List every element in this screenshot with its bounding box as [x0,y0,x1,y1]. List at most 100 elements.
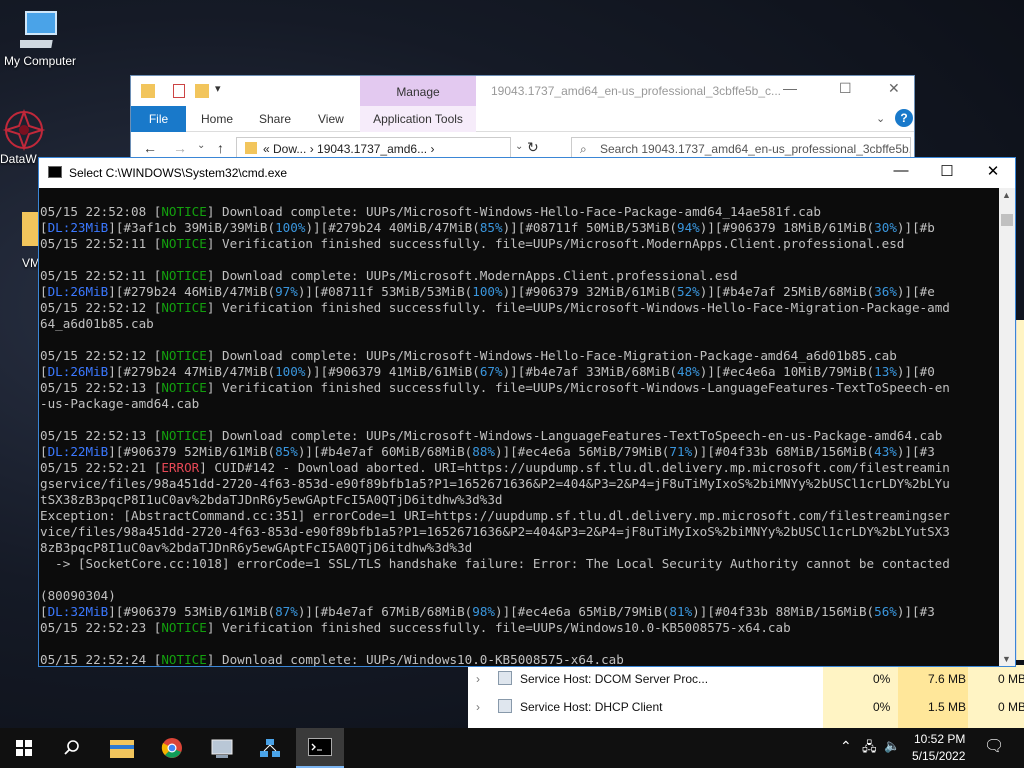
console-text: 13% [874,364,897,379]
console-scrollbar[interactable]: ▲ ▼ [999,188,1015,666]
console-text: #04f33b 68MiB/156MiB( [714,444,875,459]
network-icon[interactable]: 🖧 [862,738,877,768]
console-text: 05/15 22:52:12 [ [40,300,162,315]
console-text: )][#3 [896,444,935,459]
console-line: 05/15 22:52:13 [NOTICE] Verification fin… [40,380,1001,396]
tab-view[interactable]: View [318,106,344,132]
forward-arrow-icon[interactable]: → [173,140,187,156]
console-text: #906379 18MiB/61MiB( [722,220,875,235]
taskmgr-column-strip [1016,320,1024,660]
show-hidden-icons-icon[interactable]: ⌃ [840,738,852,768]
process-memory: 1.5 MB [928,700,967,714]
volume-icon[interactable]: 🔈 [884,738,900,768]
tab-application-tools[interactable]: Application Tools [360,106,476,132]
desktop-icon-my-computer[interactable]: My Computer [2,10,78,68]
console-text: ] Verification finished successfully. fi… [206,300,950,315]
taskbar-file-explorer[interactable] [98,728,146,768]
service-host-icon [498,699,512,713]
console-text: tSX38zB3pqcP8I1uC0av%2bdaTJDnR6y5ewGAptF… [40,492,503,507]
console-text: NOTICE [161,300,207,315]
console-text: 85% [275,444,298,459]
taskbar-network-app[interactable] [246,728,294,768]
help-icon[interactable]: ? [895,109,913,127]
console-output[interactable]: 05/15 22:52:08 [NOTICE] Download complet… [39,188,1001,666]
console-text: 05/15 22:52:21 [ [40,460,162,475]
console-text: 43% [874,444,897,459]
console-text: )][#b [896,220,935,235]
cmd-window[interactable]: Select C:\WINDOWS\System32\cmd.exe — ☐ ✕… [38,157,1016,667]
address-dropdown-icon[interactable]: ⌄ [515,141,523,152]
close-button[interactable]: ✕ [888,80,900,97]
task-manager-window: › Service Host: DCOM Server Proc... 0% 7… [468,665,1024,728]
console-text: NOTICE [161,428,207,443]
console-line: (80090304) [40,588,1001,604]
console-line: Exception: [AbstractCommand.cc:351] erro… [40,508,1001,524]
quick-access-dropdown-icon[interactable]: ▾ [215,82,221,95]
clock-date[interactable]: 5/15/2022 [912,749,965,768]
minimize-button[interactable]: — [878,162,924,179]
minimize-button[interactable]: — [783,80,797,96]
console-text: NOTICE [161,380,207,395]
properties-icon[interactable] [173,84,185,98]
console-line: 05/15 22:52:13 [NOTICE] Download complet… [40,428,1001,444]
console-text: )][#e [896,284,935,299]
process-cpu: 0% [873,672,891,686]
taskbar-app-manager[interactable] [198,728,246,768]
search-button[interactable] [48,728,96,768]
taskbar-chrome[interactable] [148,728,196,768]
tab-home[interactable]: Home [201,106,233,132]
maximize-button[interactable]: ☐ [924,162,970,180]
process-row[interactable]: › Service Host: DCOM Server Proc... 0% 7… [468,665,1024,693]
console-text: NOTICE [161,236,207,251]
service-host-icon [498,671,512,685]
console-line: 05/15 22:52:12 [NOTICE] Download complet… [40,348,1001,364]
notifications-icon[interactable]: 🗨 [984,736,1004,768]
cmd-icon [48,166,62,178]
console-line: 05/15 22:52:21 [ERROR] CUID#142 - Downlo… [40,460,1001,476]
scroll-down-icon[interactable]: ▼ [1002,654,1011,664]
file-explorer-icon [110,740,134,758]
tab-file[interactable]: File [131,106,186,132]
console-text: 98% [472,604,495,619]
console-text: 87% [275,604,298,619]
console-text: 05/15 22:52:23 [ [40,620,162,635]
new-folder-icon[interactable] [195,84,209,98]
console-text: )][#0 [896,364,935,379]
console-line: 05/15 22:52:11 [NOTICE] Download complet… [40,268,1001,284]
console-text: )][ [699,284,723,299]
tab-manage[interactable]: Manage [360,76,476,106]
ribbon-expand-icon[interactable]: ⌄ [876,112,885,125]
tab-share[interactable]: Share [259,106,291,132]
chrome-icon [161,738,182,758]
close-button[interactable]: ✕ [970,162,1016,180]
maximize-button[interactable]: ☐ [839,80,852,97]
console-line: 05/15 22:52:12 [NOTICE] Verification fin… [40,300,1001,316]
scroll-up-icon[interactable]: ▲ [1002,190,1011,200]
console-text: ] Download complete: UUPs/Microsoft.Mode… [206,268,738,283]
console-text: ] Download complete: UUPs/Microsoft-Wind… [206,204,821,219]
start-button[interactable] [0,728,48,768]
up-arrow-icon[interactable]: ↑ [217,140,224,156]
scrollbar-thumb[interactable] [1001,214,1013,226]
console-text: [ [40,444,48,459]
console-text: DL:26MiB [47,284,109,299]
console-line: [DL:32MiB][#906379 53MiB/61MiB(87%)][#b4… [40,604,1001,620]
console-text: ERROR [161,460,200,475]
cmd-title-bar[interactable]: Select C:\WINDOWS\System32\cmd.exe — ☐ ✕ [39,158,1015,188]
console-text: 8zB3pqcP8I1uC0av%2bdaTJDnR6y5ewGAptFcI5A… [40,540,473,555]
taskbar-cmd[interactable] [296,728,344,768]
console-text: 52% [677,284,700,299]
refresh-icon[interactable]: ↻ [527,139,539,156]
console-text: DL:32MiB [47,604,109,619]
back-arrow-icon[interactable]: ← [143,140,157,156]
console-text: #ec4e6a 56MiB/79MiB( [517,444,670,459]
expand-chevron-icon[interactable]: › [476,700,480,714]
console-line: [DL:26MiB][#279b24 46MiB/47MiB(97%)][#08… [40,284,1001,300]
expand-chevron-icon[interactable]: › [476,672,480,686]
process-row[interactable]: › Service Host: DHCP Client 0% 1.5 MB 0 … [468,693,1024,721]
recent-dropdown-icon[interactable]: ⌄ [197,140,205,151]
console-text: )][ [699,220,723,235]
console-line: 8zB3pqcP8I1uC0av%2bdaTJDnR6y5ewGAptFcI5A… [40,540,1001,556]
